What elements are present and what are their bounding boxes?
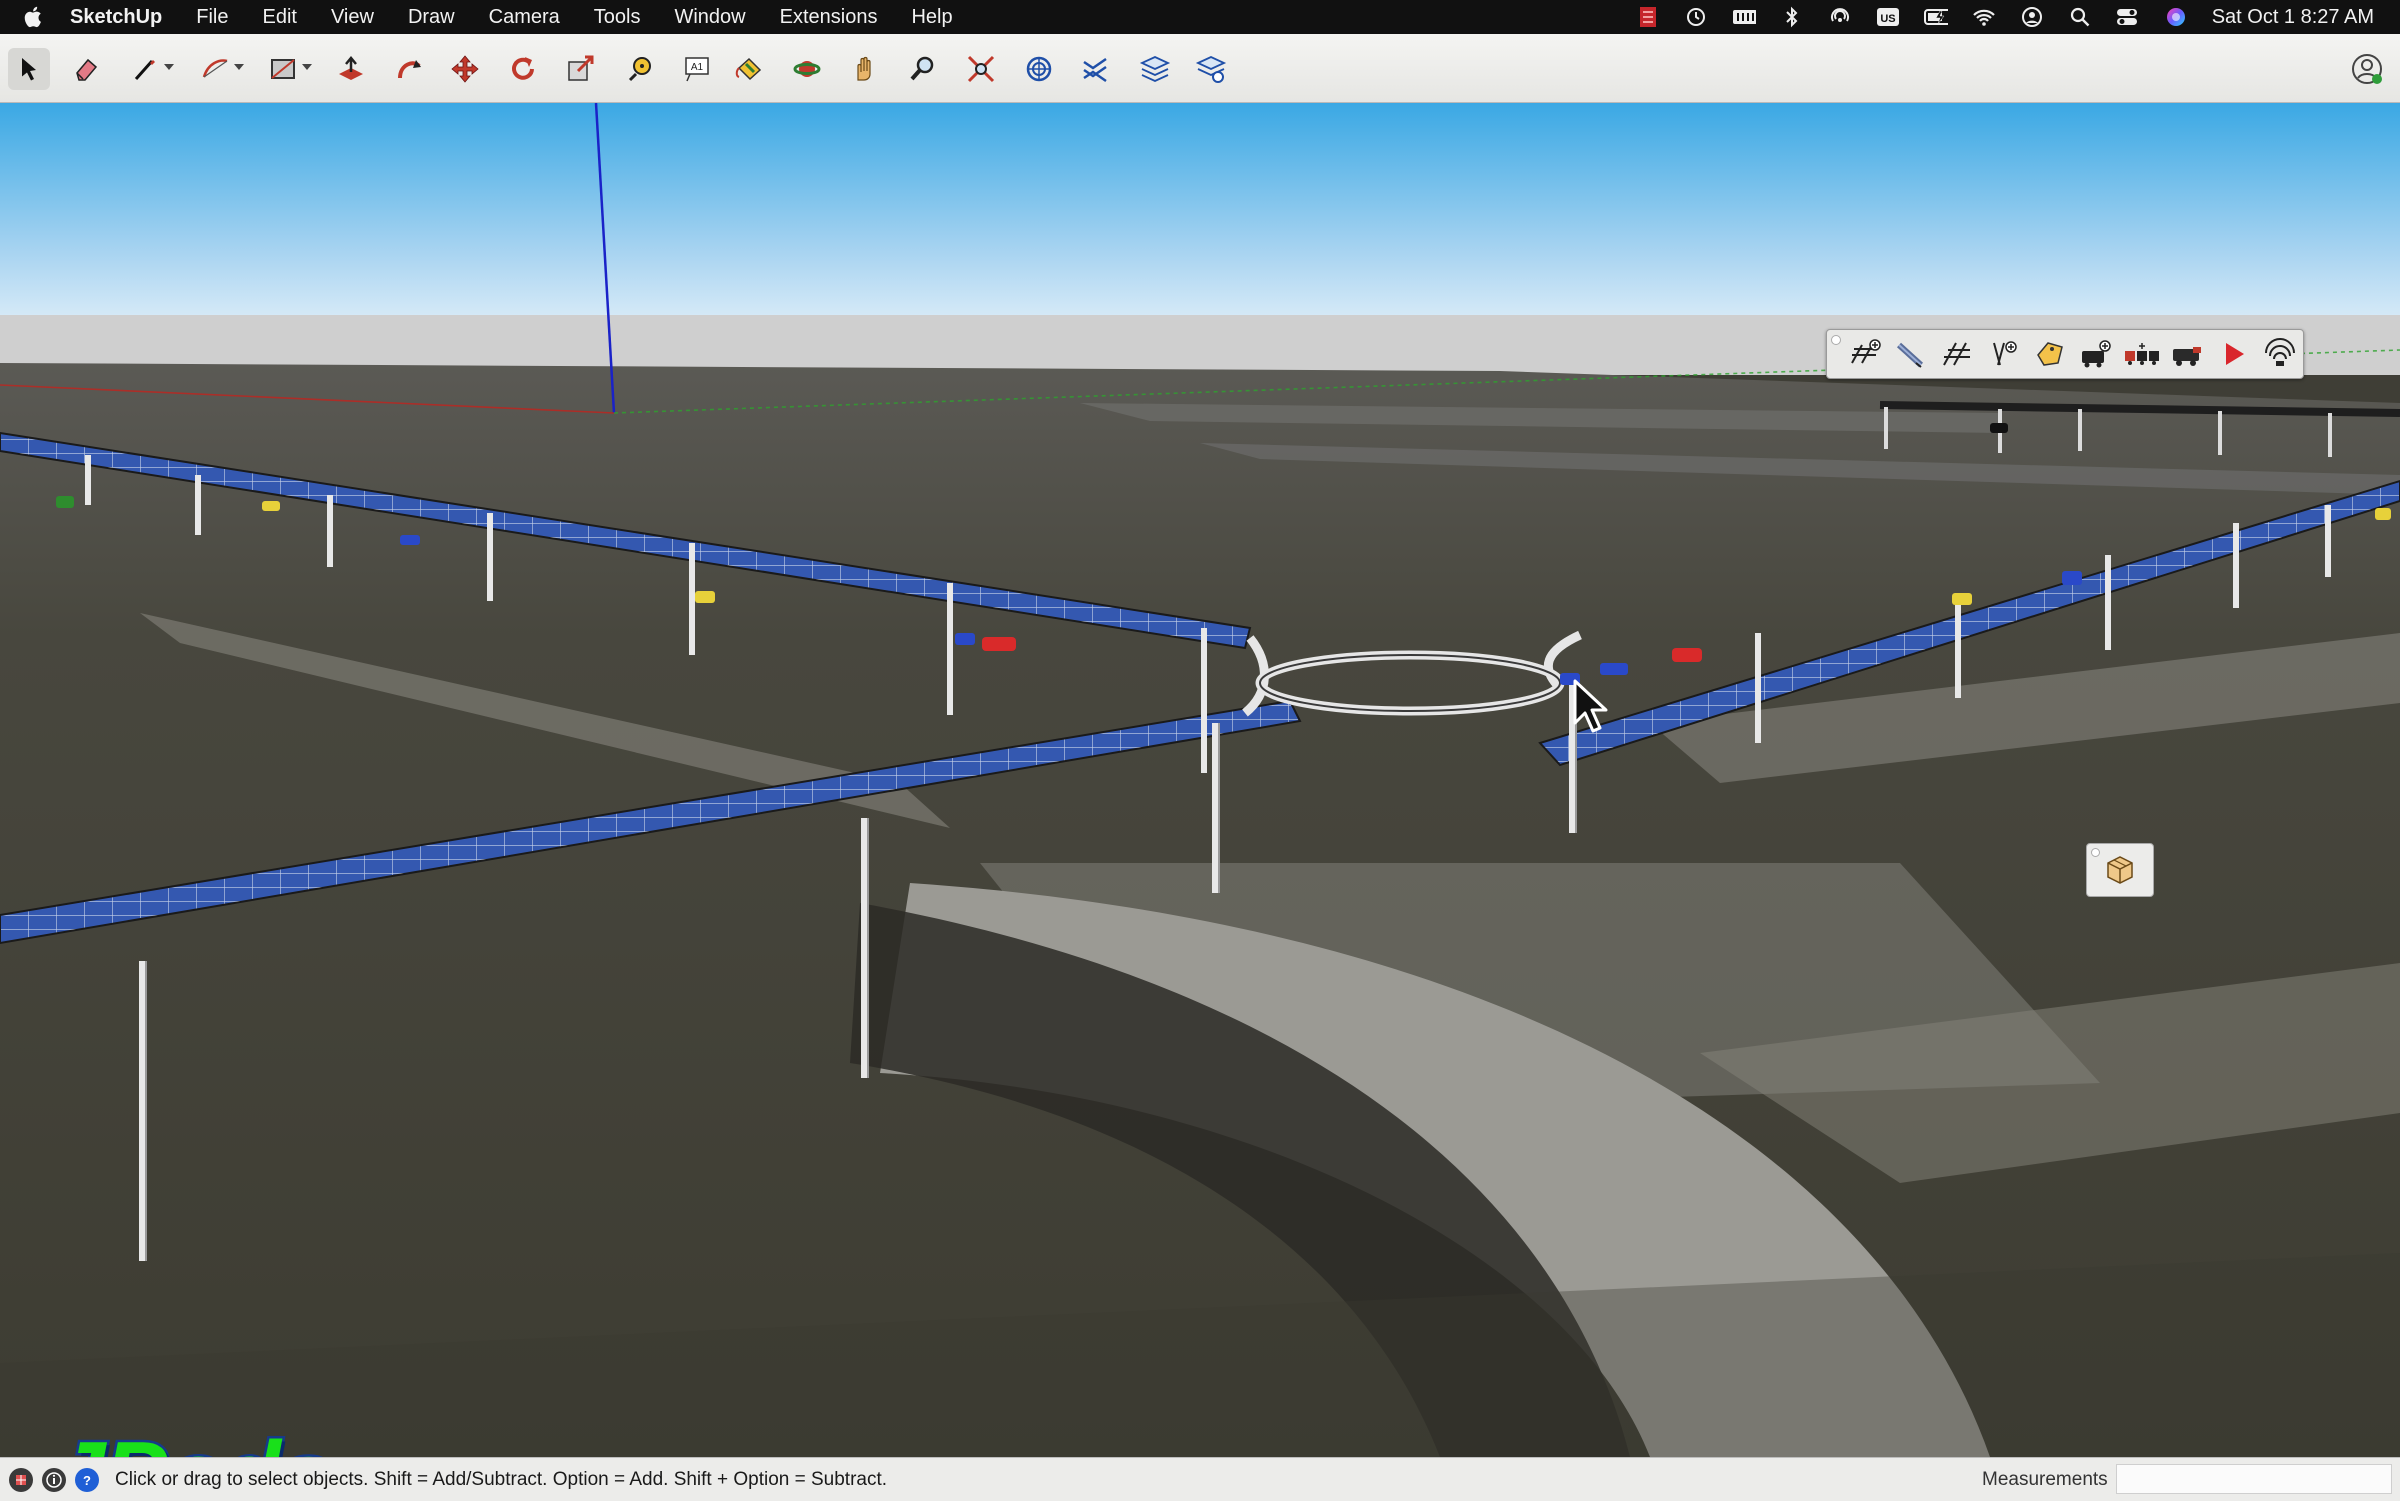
menu-tools[interactable]: Tools — [594, 6, 641, 29]
add-pod-icon[interactable] — [2075, 333, 2117, 375]
memory-icon[interactable] — [1732, 5, 1756, 29]
menu-view[interactable]: View — [331, 6, 374, 29]
menu-draw[interactable]: Draw — [408, 6, 455, 29]
rectangle-tool-icon[interactable] — [262, 48, 312, 90]
tape-measure-tool-icon[interactable] — [618, 48, 660, 90]
text-tool-icon[interactable]: A1 — [676, 48, 718, 90]
follow-me-tool-icon[interactable] — [388, 48, 430, 90]
svg-text:?: ? — [83, 1473, 91, 1488]
zoom-tool-icon[interactable] — [902, 48, 944, 90]
instructor-help-icon[interactable]: ? — [75, 1467, 99, 1492]
component-panel-widget[interactable] — [2086, 843, 2154, 897]
arc-tool-dropdown-icon[interactable] — [234, 64, 244, 70]
layers-tool-icon[interactable] — [1134, 48, 1176, 90]
sky — [0, 103, 2400, 318]
control-center-icon[interactable] — [2116, 5, 2140, 29]
add-track-icon[interactable] — [1845, 333, 1887, 375]
orbit-tool-icon[interactable] — [786, 48, 828, 90]
user-account-icon[interactable] — [2020, 5, 2044, 29]
measurements-label: Measurements — [1982, 1469, 2108, 1490]
play-simulation-icon[interactable] — [2213, 333, 2255, 375]
line-tool-icon[interactable] — [124, 48, 174, 90]
rotate-tool-icon[interactable] — [502, 48, 544, 90]
spotlight-search-icon[interactable] — [2068, 5, 2092, 29]
add-location-tool-icon[interactable] — [1018, 48, 1060, 90]
widget-grip-icon[interactable] — [2091, 848, 2100, 857]
line-tool-dropdown-icon[interactable] — [164, 64, 174, 70]
status-bar: ? Click or drag to select objects. Shift… — [0, 1457, 2400, 1501]
siri-icon[interactable] — [2164, 5, 2188, 29]
arc-tool-icon[interactable] — [194, 48, 244, 90]
mouse-cursor-icon — [1573, 679, 1608, 733]
menu-file[interactable]: File — [196, 6, 228, 29]
geo-location-icon[interactable] — [9, 1467, 33, 1492]
jpods-extension-toolbar — [1826, 329, 2304, 379]
app-menu[interactable]: SketchUp — [70, 6, 162, 29]
svg-text:A1: A1 — [691, 62, 704, 73]
battery-icon[interactable] — [1923, 5, 1948, 29]
account-profile-icon[interactable] — [2346, 48, 2388, 90]
toolbar-grip-icon[interactable] — [1831, 335, 1841, 345]
layers-settings-tool-icon[interactable] — [1190, 48, 1232, 90]
drawing-viewport[interactable]: JPods — [0, 103, 2400, 1457]
paint-bucket-tool-icon[interactable] — [728, 48, 770, 90]
add-pole-icon[interactable] — [1983, 333, 2025, 375]
bluetooth-icon[interactable] — [1780, 5, 1804, 29]
large-toolset: A1 — [0, 34, 2400, 103]
apple-menu-icon[interactable] — [24, 5, 54, 29]
menu-bar: SketchUp File Edit View Draw Camera Tool… — [0, 0, 2400, 34]
rectangle-tool-dropdown-icon[interactable] — [302, 64, 312, 70]
section-plane-tool-icon[interactable] — [1074, 48, 1116, 90]
pan-tool-icon[interactable] — [844, 48, 886, 90]
scale-tool-icon[interactable] — [560, 48, 602, 90]
input-source-icon[interactable]: US — [1876, 5, 1900, 29]
screen-recording-icon[interactable] — [1636, 5, 1660, 29]
eraser-tool-icon[interactable] — [66, 48, 108, 90]
track-grid-icon[interactable] — [1937, 333, 1979, 375]
broadcast-icon[interactable] — [2259, 333, 2301, 375]
time-machine-icon[interactable] — [1684, 5, 1708, 29]
menu-edit[interactable]: Edit — [262, 6, 296, 29]
draw-track-icon[interactable] — [1891, 333, 1933, 375]
menubar-clock[interactable]: Sat Oct 1 8:27 AM — [2212, 5, 2374, 29]
jpods-logo: JPods — [49, 1420, 334, 1458]
credits-info-icon[interactable] — [42, 1467, 66, 1492]
wifi-icon[interactable] — [1972, 5, 1996, 29]
select-tool-icon[interactable] — [8, 48, 50, 90]
engine-icon[interactable] — [2167, 333, 2209, 375]
menu-camera[interactable]: Camera — [489, 6, 560, 29]
component-box-icon — [2107, 856, 2133, 884]
tag-label-icon[interactable] — [2029, 333, 2071, 375]
airport-jpods-3d-scene — [0, 103, 2400, 1457]
airdrop-icon[interactable] — [1828, 5, 1852, 29]
menu-help[interactable]: Help — [911, 6, 952, 29]
push-pull-tool-icon[interactable] — [330, 48, 372, 90]
input-source-label: US — [1880, 13, 1895, 25]
move-tool-icon[interactable] — [444, 48, 486, 90]
measurements-input[interactable] — [2116, 1464, 2392, 1494]
zoom-extents-tool-icon[interactable] — [960, 48, 1002, 90]
menu-window[interactable]: Window — [674, 6, 745, 29]
menu-extensions[interactable]: Extensions — [780, 6, 878, 29]
status-hint-text: Click or drag to select objects. Shift =… — [115, 1468, 888, 1490]
pod-train-icon[interactable] — [2121, 333, 2163, 375]
